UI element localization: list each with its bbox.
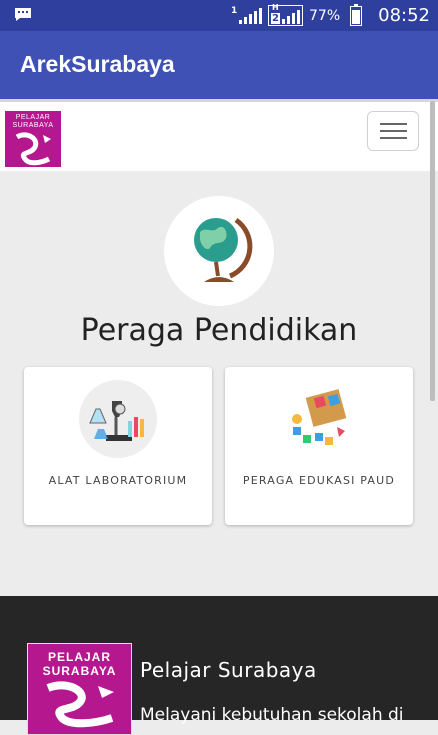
fish-logo-icon bbox=[15, 132, 51, 166]
site-logo[interactable]: PELAJAR SURABAYA bbox=[5, 111, 61, 167]
battery-icon bbox=[350, 3, 363, 26]
section-icon-circle bbox=[164, 196, 274, 306]
app-bar: ArekSurabaya bbox=[0, 31, 438, 99]
menu-toggle-button[interactable] bbox=[367, 111, 419, 151]
signal-icon: H 2 bbox=[268, 3, 303, 26]
site-footer: PELAJAR SURABAYA Pelajar Surabaya Melaya… bbox=[0, 596, 438, 735]
educational-toy-icon bbox=[292, 389, 347, 445]
status-bar: 1 H 2 77% 08:52 bbox=[0, 0, 438, 31]
app-title: ArekSurabaya bbox=[20, 51, 175, 77]
footer-description: Melayani kebutuhan sekolah di bbox=[140, 705, 404, 725]
fish-logo-icon bbox=[46, 681, 114, 728]
clock: 08:52 bbox=[378, 5, 430, 26]
site-navbar: PELAJAR SURABAYA bbox=[0, 99, 438, 171]
signal-icon: 1 bbox=[231, 6, 263, 24]
category-card-paud[interactable]: PERAGA EDUKASI PAUD bbox=[225, 367, 413, 525]
laboratory-equipment-icon bbox=[79, 380, 157, 458]
card-label: ALAT LABORATORIUM bbox=[48, 474, 188, 487]
category-card-laboratory[interactable]: ALAT LABORATORIUM bbox=[24, 367, 212, 525]
section-title: Peraga Pendidikan bbox=[80, 313, 358, 348]
hamburger-icon bbox=[380, 137, 407, 139]
page-scrollbar[interactable] bbox=[430, 101, 435, 401]
logo-text-line1: PELAJAR bbox=[15, 114, 51, 121]
globe-icon bbox=[194, 217, 253, 282]
hamburger-icon bbox=[380, 130, 407, 132]
chat-notification-icon bbox=[15, 8, 31, 21]
footer-logo[interactable]: PELAJAR SURABAYA bbox=[27, 643, 132, 735]
footer-logo-line1: PELAJAR bbox=[47, 650, 111, 664]
footer-logo-line2: SURABAYA bbox=[42, 664, 117, 678]
card-label: PERAGA EDUKASI PAUD bbox=[242, 474, 396, 487]
hamburger-icon bbox=[380, 123, 407, 125]
footer-title: Pelajar Surabaya bbox=[140, 658, 317, 682]
battery-percent: 77% bbox=[309, 7, 341, 24]
